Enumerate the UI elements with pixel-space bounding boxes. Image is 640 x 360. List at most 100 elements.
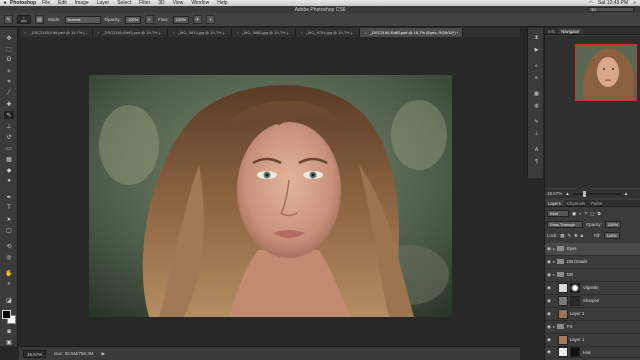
visibility-eye-icon[interactable]: ◉ <box>545 349 553 355</box>
navigator-zoom-slider-knob[interactable] <box>582 190 586 197</box>
color-panel-icon[interactable]: ◍ <box>532 102 541 109</box>
brush-panel-icon[interactable]: ✎ <box>532 118 541 125</box>
tab-document-1[interactable]: × _DSC2160-Edit.psd @ 16.7% (... <box>20 28 94 37</box>
brush-panel-icon[interactable]: ▤ <box>35 15 44 24</box>
actions-panel-icon[interactable]: ▶ <box>532 46 541 53</box>
brush-tool-preset-icon[interactable]: ✎ <box>4 15 13 24</box>
layer-row-eyes[interactable]: ◉ ▸ Eyes <box>545 243 640 256</box>
lock-transparent-icon[interactable]: ▦ <box>560 233 564 239</box>
filter-adjustment-icon[interactable]: ◐ <box>579 211 582 216</box>
layer-opacity-field[interactable]: 100% <box>604 221 621 228</box>
visibility-eye-icon[interactable]: ◉ <box>545 311 553 317</box>
visibility-eye-icon[interactable]: ◉ <box>545 259 553 265</box>
swatches-panel-icon[interactable]: ▦ <box>532 90 541 97</box>
close-icon[interactable]: × <box>236 28 238 37</box>
navigator-zoom-slider[interactable] <box>572 190 621 197</box>
close-icon[interactable]: × <box>300 28 302 37</box>
canvas-area[interactable] <box>19 37 520 346</box>
layer-mask-thumbnail[interactable] <box>570 295 580 306</box>
quick-select-tool-icon[interactable]: ✧ <box>4 67 14 75</box>
tab-document-2[interactable]: × _DSC2160-Edit3.psd @ 16.7% (... <box>93 28 169 37</box>
adjustments-panel-icon[interactable]: ◐ <box>532 62 541 69</box>
character-panel-icon[interactable]: A <box>532 146 541 153</box>
mode-select[interactable]: Normal <box>64 15 101 24</box>
color-swatches[interactable] <box>2 310 16 324</box>
close-icon[interactable]: × <box>97 28 99 37</box>
move-tool-icon[interactable]: ✥ <box>4 34 14 42</box>
path-select-tool-icon[interactable]: ➤ <box>4 215 14 223</box>
status-menu-arrow-icon[interactable]: ▶ <box>102 351 105 357</box>
brush-tool-icon[interactable]: ✎ <box>4 111 14 119</box>
lock-pixels-icon[interactable]: ✎ <box>567 233 571 239</box>
workspace-switcher[interactable]: 3D <box>588 7 634 12</box>
filter-pixel-icon[interactable]: ▣ <box>572 211 576 217</box>
visibility-eye-icon[interactable]: ◉ <box>545 272 553 278</box>
navigator-thumbnail[interactable] <box>575 44 637 101</box>
close-icon[interactable]: × <box>172 28 174 37</box>
brush-size-picker[interactable]: • 800 <box>17 15 31 24</box>
properties-panel-icon[interactable]: ≡ <box>532 74 541 81</box>
3d-rotate-tool-icon[interactable]: ⟲ <box>4 242 14 250</box>
3d-camera-tool-icon[interactable]: ◎ <box>4 253 14 261</box>
history-brush-tool-icon[interactable]: ↺ <box>4 133 14 141</box>
visibility-eye-icon[interactable]: ◉ <box>545 246 553 252</box>
tab-info[interactable]: Info <box>545 28 558 34</box>
eyedropper-tool-icon[interactable]: ⁄ <box>4 89 14 97</box>
opacity-field[interactable]: 100% <box>125 15 142 24</box>
history-panel-icon[interactable]: ⧗ <box>532 34 541 41</box>
zoom-out-icon[interactable]: ▲ <box>565 191 569 196</box>
tab-paths[interactable]: Paths <box>588 200 605 206</box>
dodge-tool-icon[interactable]: ● <box>4 177 14 185</box>
lasso-tool-icon[interactable]: ʘ <box>4 56 14 64</box>
clone-stamp-tool-icon[interactable]: ⊥ <box>4 122 14 130</box>
layer-row-layer-1[interactable]: ◉ Layer 1 <box>545 334 640 347</box>
tab-document-active[interactable]: × _DSC2160-Edit2.psd @ 16.7% (Eyes, RGB/1… <box>360 28 464 37</box>
quick-mask-icon[interactable]: ◙ <box>4 328 14 336</box>
layer-mask-thumbnail[interactable] <box>570 282 580 293</box>
crop-tool-icon[interactable]: ⌗ <box>4 78 14 86</box>
type-tool-icon[interactable]: T <box>4 204 14 212</box>
zoom-tool-icon[interactable]: ⌕ <box>4 280 14 288</box>
tab-document-5[interactable]: × _MG_9754.jpg @ 16.7% (... <box>296 28 361 37</box>
airbrush-icon[interactable]: ✈ <box>192 15 202 24</box>
pressure-opacity-icon[interactable]: ◐ <box>145 15 155 24</box>
layer-row-sharpen[interactable]: ◉ Sharpen <box>545 295 640 308</box>
layer-row-layer-2[interactable]: ◉ Layer 2 <box>545 308 640 321</box>
document-size-info[interactable]: Doc: 92.5M/755.3M <box>54 351 93 356</box>
layer-row-db[interactable]: ◉ ▸ DB <box>545 269 640 282</box>
layer-mask-thumbnail[interactable] <box>570 347 580 357</box>
shape-tool-icon[interactable]: ▢ <box>4 226 14 234</box>
blend-mode-select[interactable]: Pass Through <box>547 221 583 228</box>
lock-all-icon[interactable]: 🔒︎ <box>581 233 583 238</box>
layer-kind-filter[interactable]: Kind <box>547 210 569 217</box>
zoom-level-field[interactable]: 16.67% <box>23 349 47 358</box>
navigator-zoom-value[interactable]: 16.67% <box>547 191 562 196</box>
layer-row-hair[interactable]: ◉ Hair <box>545 347 640 358</box>
pen-tool-icon[interactable]: ✒ <box>4 193 14 201</box>
layer-row-vignette[interactable]: ◉ Vignette <box>545 282 640 295</box>
filter-smart-object-icon[interactable]: ⧉ <box>597 211 600 216</box>
visibility-eye-icon[interactable]: ◉ <box>545 337 553 343</box>
gradient-tool-icon[interactable]: ▦ <box>4 155 14 163</box>
lock-position-icon[interactable]: ✥ <box>574 233 578 239</box>
default-colors-icon[interactable]: ◪ <box>4 296 14 304</box>
marquee-tool-icon[interactable]: ⬚ <box>4 45 14 53</box>
tab-navigator[interactable]: Navigator <box>558 28 583 34</box>
screen-mode-icon[interactable]: ▣ <box>4 338 14 346</box>
filter-shape-icon[interactable]: ▢ <box>590 211 594 217</box>
layer-row-db-details[interactable]: ◉ ▸ DB Details <box>545 256 640 269</box>
close-icon[interactable]: × <box>364 28 366 37</box>
foreground-color-swatch[interactable] <box>2 310 11 319</box>
zoom-in-icon[interactable]: ▲ <box>624 191 628 196</box>
tab-channels[interactable]: Channels <box>564 200 588 206</box>
blur-tool-icon[interactable]: ◆ <box>4 166 14 174</box>
paragraph-panel-icon[interactable]: ¶ <box>532 158 541 165</box>
filter-type-icon[interactable]: T <box>585 211 588 216</box>
navigator-preview-area[interactable] <box>545 36 640 188</box>
close-icon[interactable]: × <box>24 28 26 37</box>
clone-source-panel-icon[interactable]: ⊥ <box>532 130 541 137</box>
eraser-tool-icon[interactable]: ▭ <box>4 144 14 152</box>
layer-row-fs[interactable]: ◉ ▸ FS <box>545 321 640 334</box>
document-canvas[interactable] <box>89 75 452 317</box>
layer-fill-field[interactable]: 100% <box>603 232 620 239</box>
